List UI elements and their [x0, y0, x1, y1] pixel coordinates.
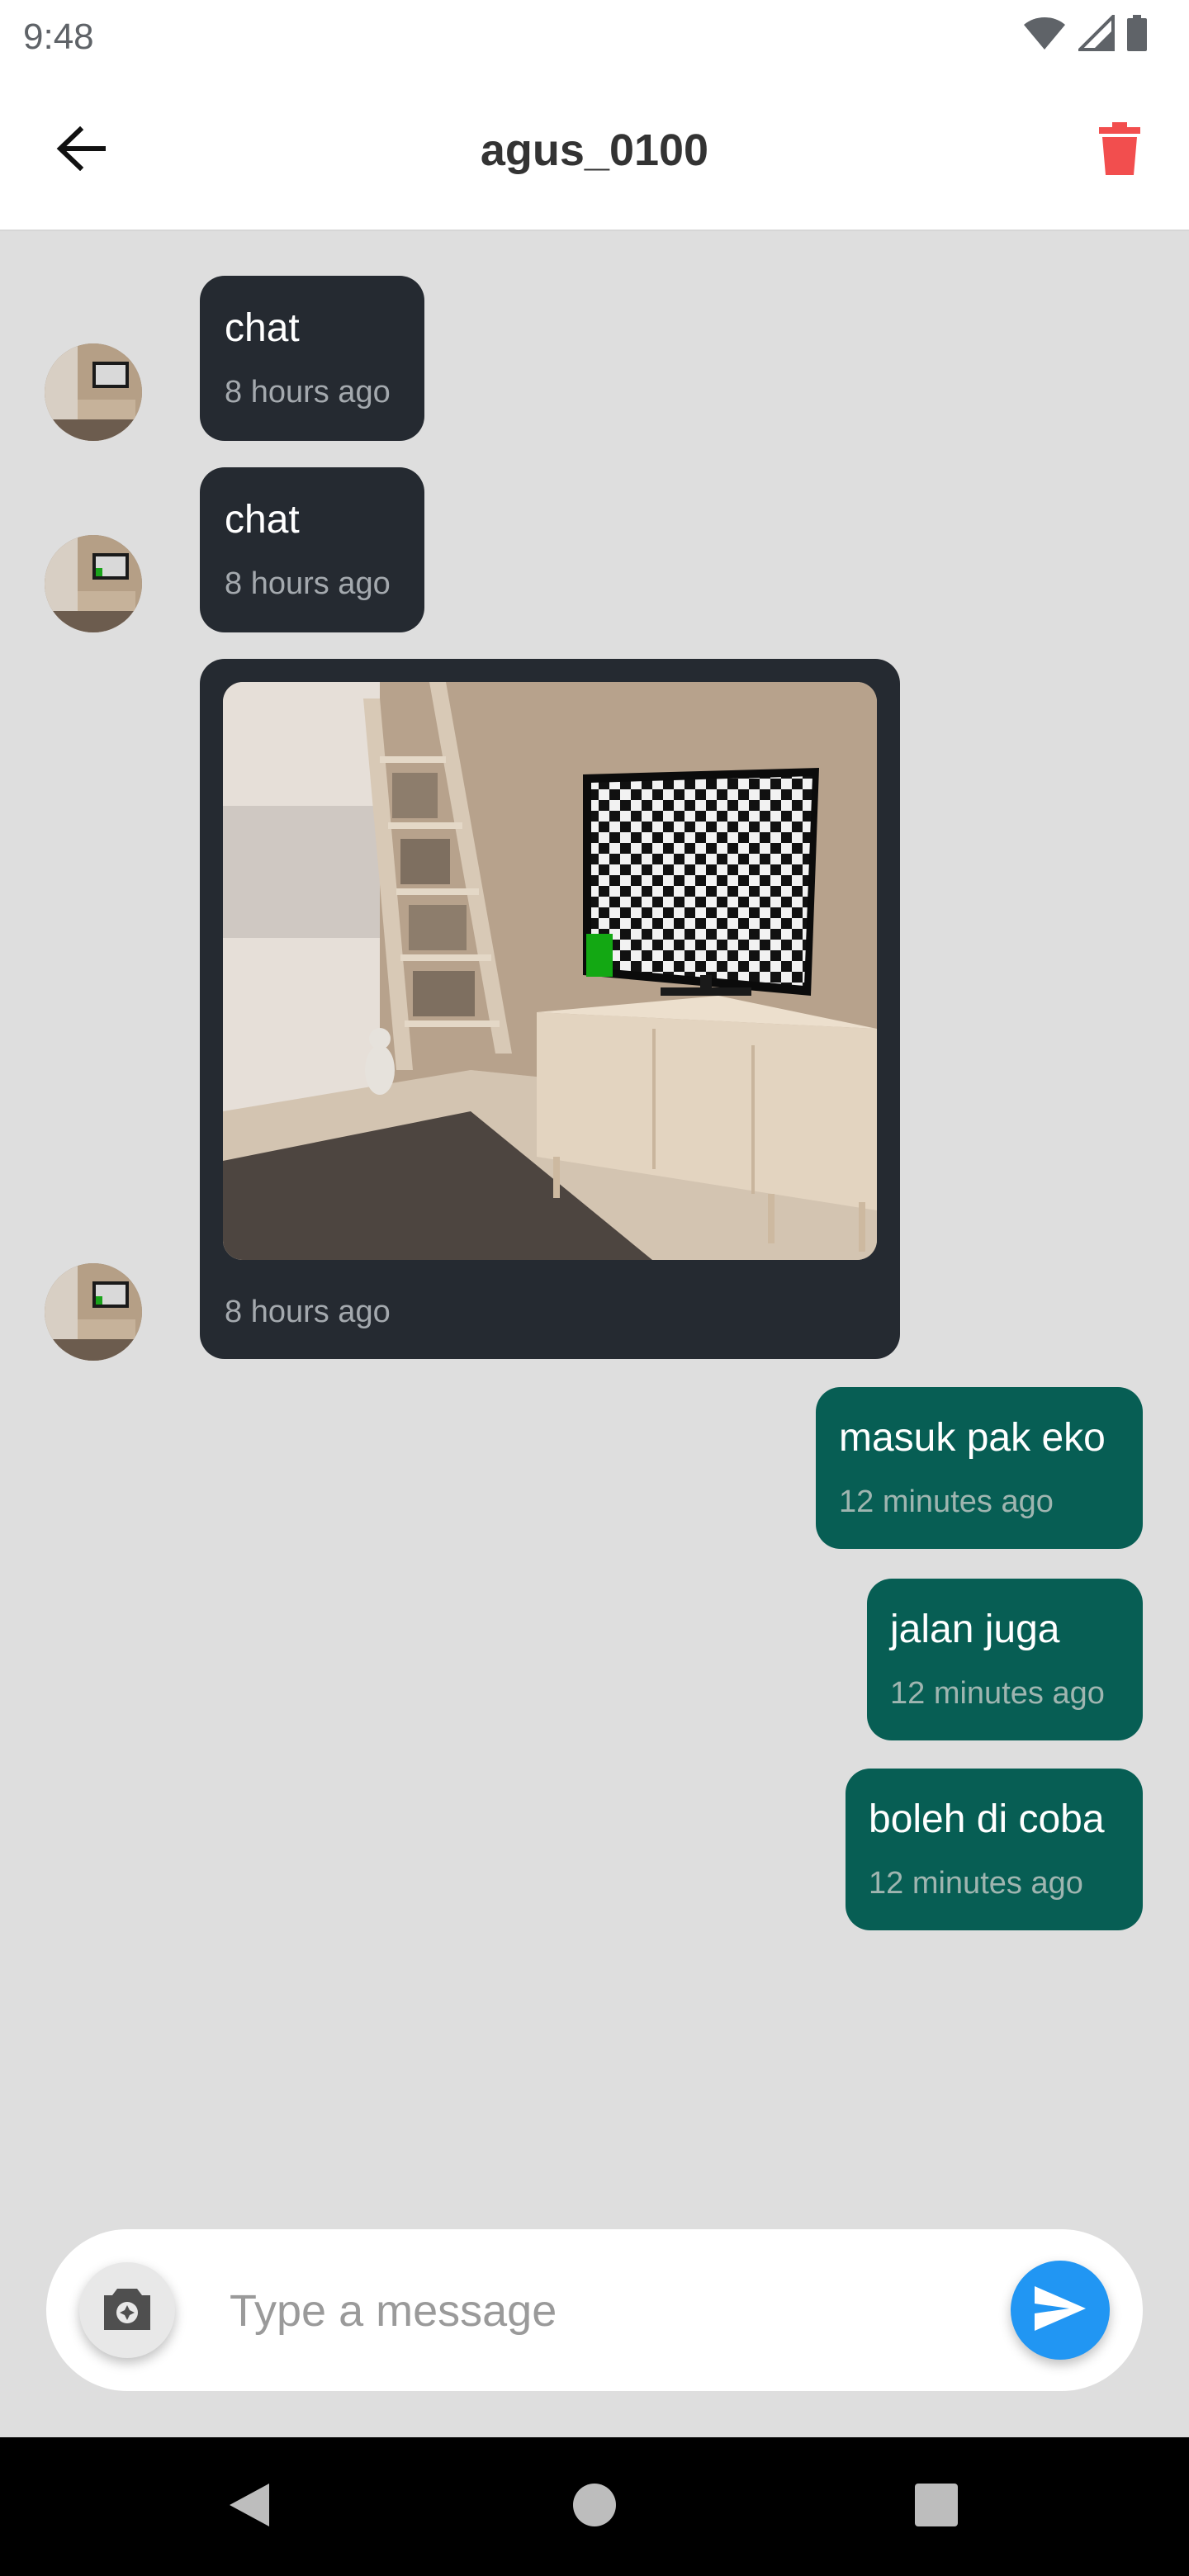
arrow-left-icon: [55, 125, 107, 175]
message-time: 12 minutes ago: [869, 1866, 1083, 1901]
message-bubble[interactable]: masuk pak eko 12 minutes ago: [816, 1387, 1143, 1549]
message-text: jalan juga: [890, 1608, 1060, 1651]
send-button[interactable]: [1011, 2261, 1110, 2360]
nav-back-button[interactable]: [216, 2474, 282, 2540]
message-bubble[interactable]: jalan juga 12 minutes ago: [867, 1579, 1143, 1740]
status-icons: [1022, 12, 1148, 55]
status-time: 9:48: [23, 17, 94, 57]
message-bubble[interactable]: boleh di coba 12 minutes ago: [846, 1769, 1143, 1930]
app-bar: agus_0100: [0, 69, 1189, 231]
avatar[interactable]: [45, 343, 142, 441]
message-time: 8 hours ago: [225, 1295, 391, 1329]
message-text: chat: [225, 306, 300, 350]
nav-recents-button[interactable]: [903, 2474, 969, 2540]
status-bar: 9:48: [0, 0, 1189, 69]
message-text: masuk pak eko: [839, 1416, 1106, 1460]
message-input[interactable]: [228, 2269, 1007, 2353]
message-time: 12 minutes ago: [839, 1485, 1054, 1519]
message-text: boleh di coba: [869, 1797, 1105, 1841]
send-icon: [1033, 2285, 1087, 2337]
message-time: 12 minutes ago: [890, 1676, 1105, 1711]
avatar[interactable]: [45, 1263, 142, 1361]
page-title: agus_0100: [480, 125, 709, 175]
cellular-signal-icon: [1076, 12, 1115, 55]
delete-chat-button[interactable]: [1080, 111, 1159, 190]
nav-home-button[interactable]: [561, 2474, 628, 2540]
back-button[interactable]: [41, 111, 121, 190]
camera-icon: [101, 2285, 154, 2336]
system-nav-bar: [0, 2437, 1189, 2576]
message-time: 8 hours ago: [225, 375, 391, 410]
battery-icon: [1126, 14, 1148, 55]
camera-button[interactable]: [79, 2262, 175, 2358]
recents-square-icon: [913, 2482, 959, 2532]
back-triangle-icon: [226, 2482, 272, 2532]
message-composer: [46, 2229, 1143, 2391]
message-text: chat: [225, 498, 300, 542]
message-time: 8 hours ago: [225, 566, 391, 601]
message-bubble[interactable]: chat 8 hours ago: [200, 467, 424, 632]
message-bubble[interactable]: chat 8 hours ago: [200, 276, 424, 441]
message-photo[interactable]: [223, 682, 877, 1260]
trash-icon: [1097, 121, 1142, 179]
home-circle-icon: [571, 2482, 618, 2532]
image-message-bubble[interactable]: 8 hours ago: [200, 659, 900, 1359]
wifi-icon: [1022, 15, 1067, 55]
avatar[interactable]: [45, 535, 142, 632]
